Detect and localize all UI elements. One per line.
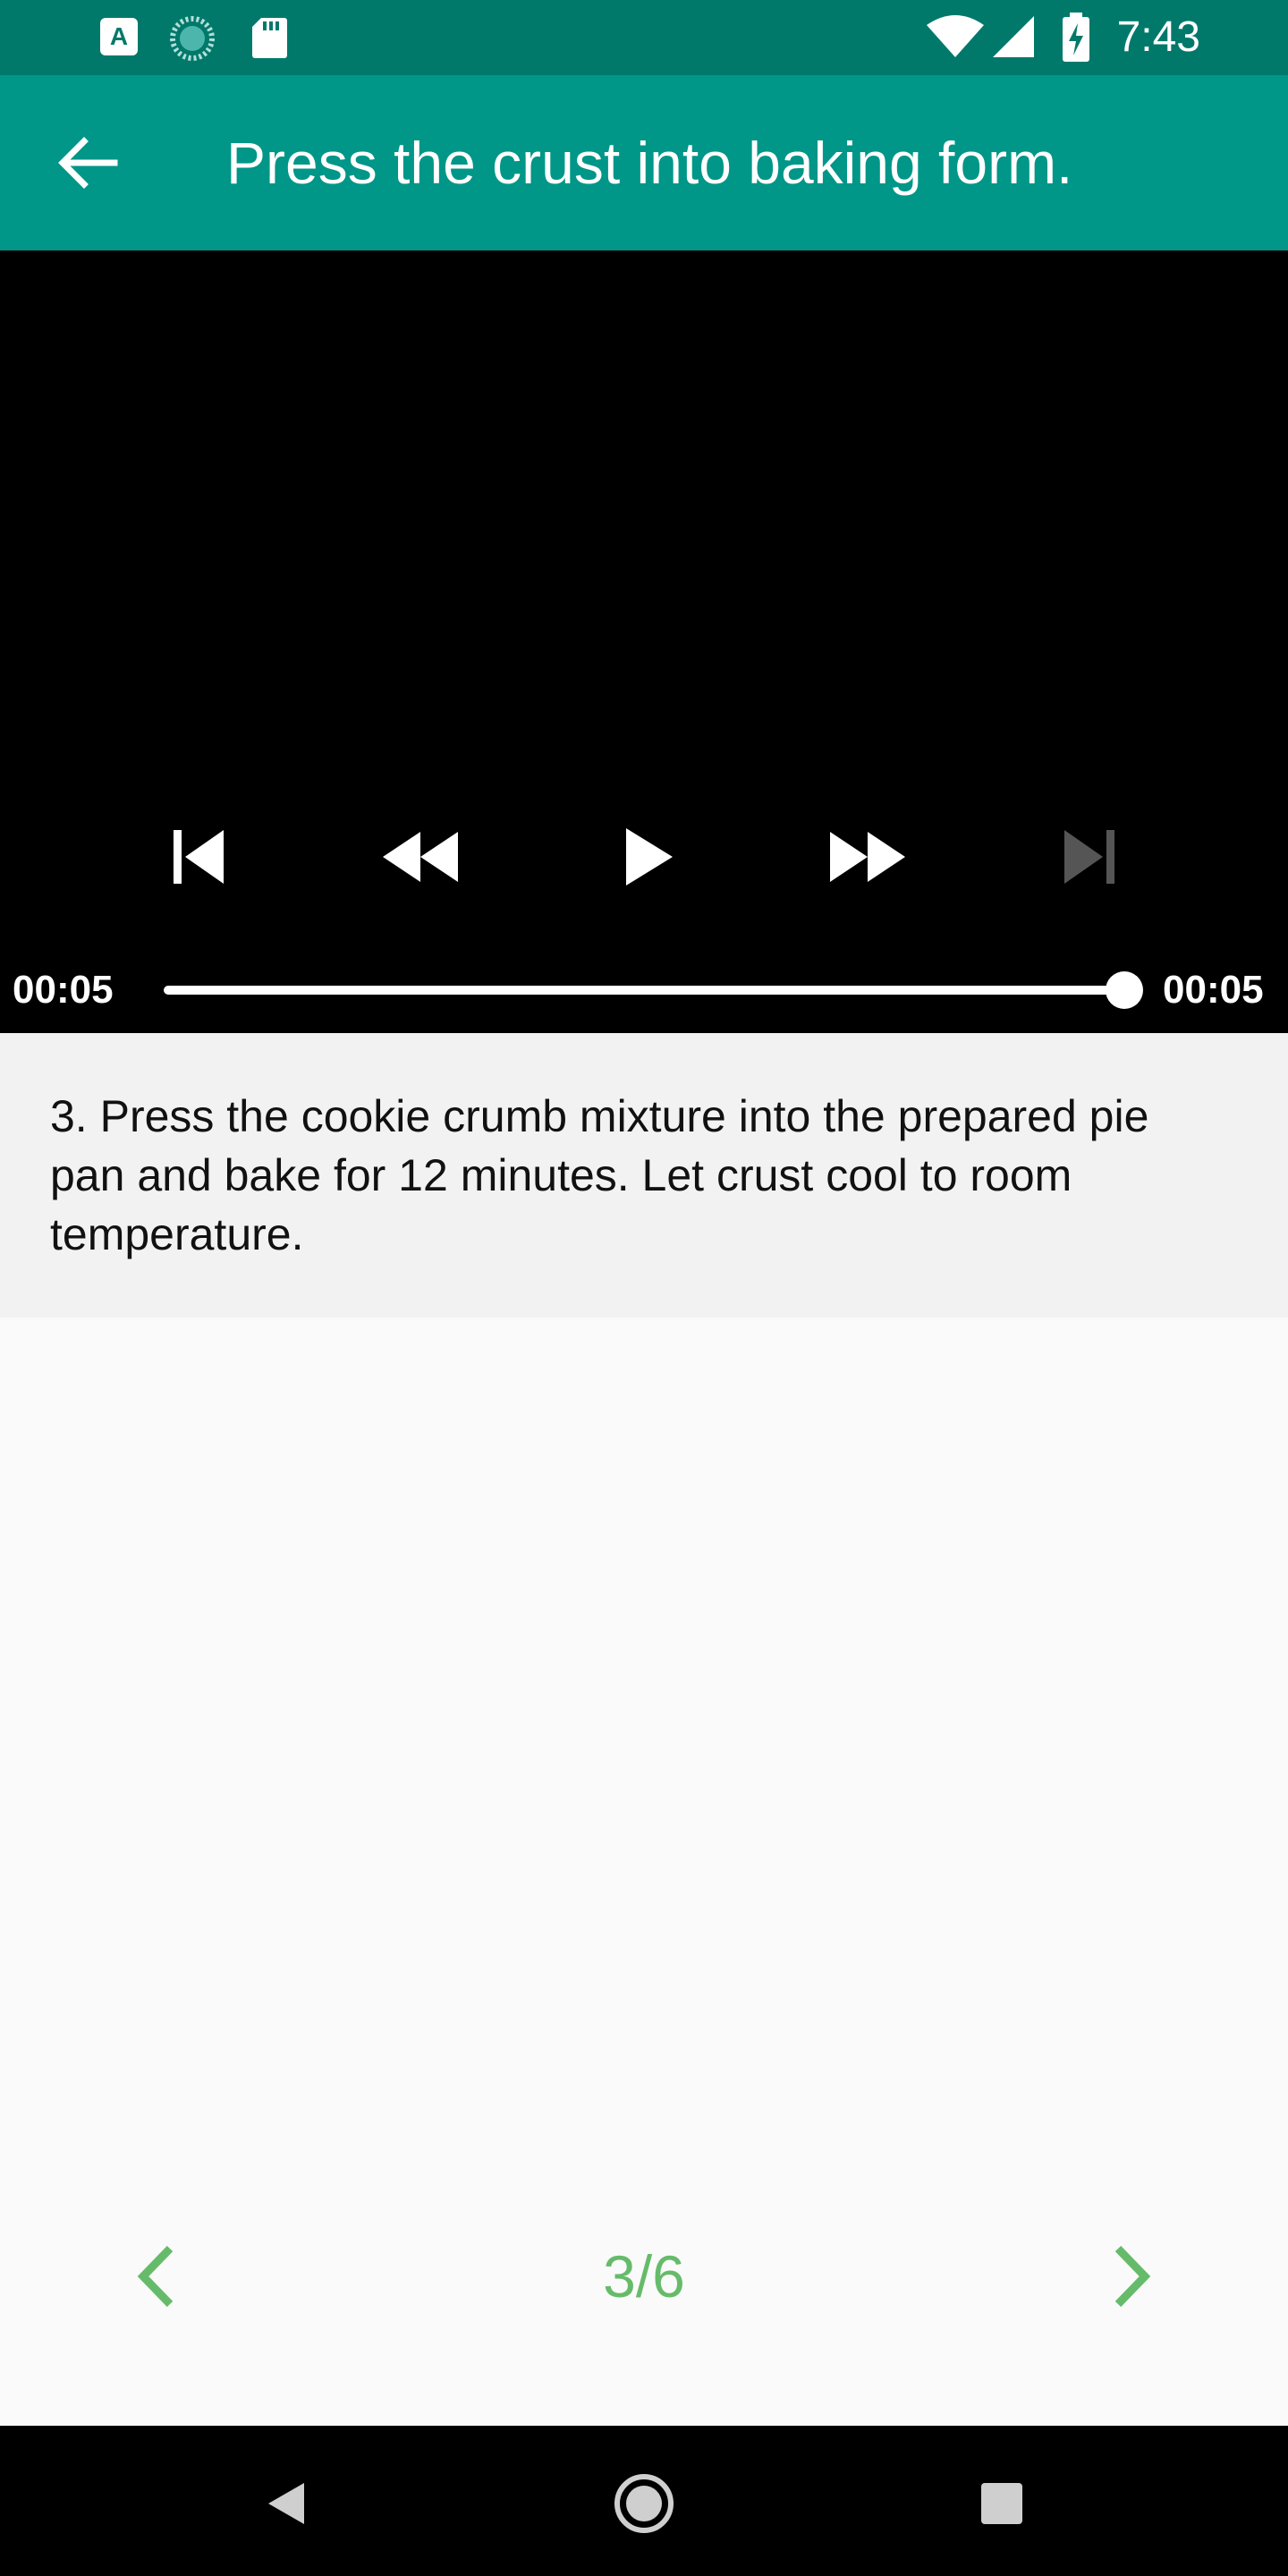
svg-text:A: A	[110, 22, 128, 50]
arrow-back-icon	[58, 137, 118, 189]
page-title: Press the crust into baking form.	[226, 130, 1073, 196]
text-a-icon: A	[100, 18, 138, 55]
status-bar: A 7:43	[0, 0, 1288, 75]
system-home-button[interactable]	[611, 2470, 677, 2537]
duration-time: 00:05	[1163, 968, 1264, 1012]
loading-icon	[170, 16, 215, 61]
battery-charging-icon	[1063, 13, 1089, 62]
app-bar: Press the crust into baking form.	[0, 75, 1288, 250]
page-indicator: 3/6	[603, 2243, 685, 2309]
step-description: 3. Press the cookie crumb mixture into t…	[50, 1091, 1149, 1259]
sd-card-icon	[252, 18, 287, 58]
home-circle-icon	[614, 2474, 674, 2533]
system-nav-bar	[0, 2426, 1288, 2576]
recents-square-icon	[981, 2483, 1022, 2524]
skip-previous-button[interactable]	[154, 821, 243, 893]
wifi-icon	[927, 15, 984, 57]
seek-bar[interactable]	[164, 986, 1125, 995]
previous-step-button[interactable]	[125, 2236, 188, 2317]
skip-previous-icon	[174, 830, 224, 884]
signal-icon	[993, 16, 1034, 57]
fast-forward-button[interactable]	[823, 821, 912, 893]
video-player[interactable]	[0, 250, 1288, 1033]
system-recents-button[interactable]	[970, 2472, 1033, 2535]
fast-forward-icon	[830, 832, 905, 882]
status-time: 7:43	[1116, 13, 1200, 61]
position-time: 00:05	[13, 968, 114, 1012]
chevron-right-icon	[1114, 2245, 1151, 2308]
system-back-button[interactable]	[255, 2472, 318, 2535]
chevron-left-icon	[137, 2245, 174, 2308]
skip-next-icon	[1064, 830, 1114, 884]
rewind-icon	[383, 832, 458, 882]
back-button[interactable]	[45, 120, 131, 206]
seek-thumb[interactable]	[1106, 971, 1143, 1009]
play-icon	[626, 828, 673, 886]
rewind-button[interactable]	[376, 821, 465, 893]
skip-next-button[interactable]	[1045, 821, 1134, 893]
next-step-button[interactable]	[1100, 2236, 1163, 2317]
step-card: 3. Press the cookie crumb mixture into t…	[0, 1033, 1288, 1318]
play-button[interactable]	[601, 821, 691, 893]
back-triangle-icon	[268, 2483, 304, 2524]
